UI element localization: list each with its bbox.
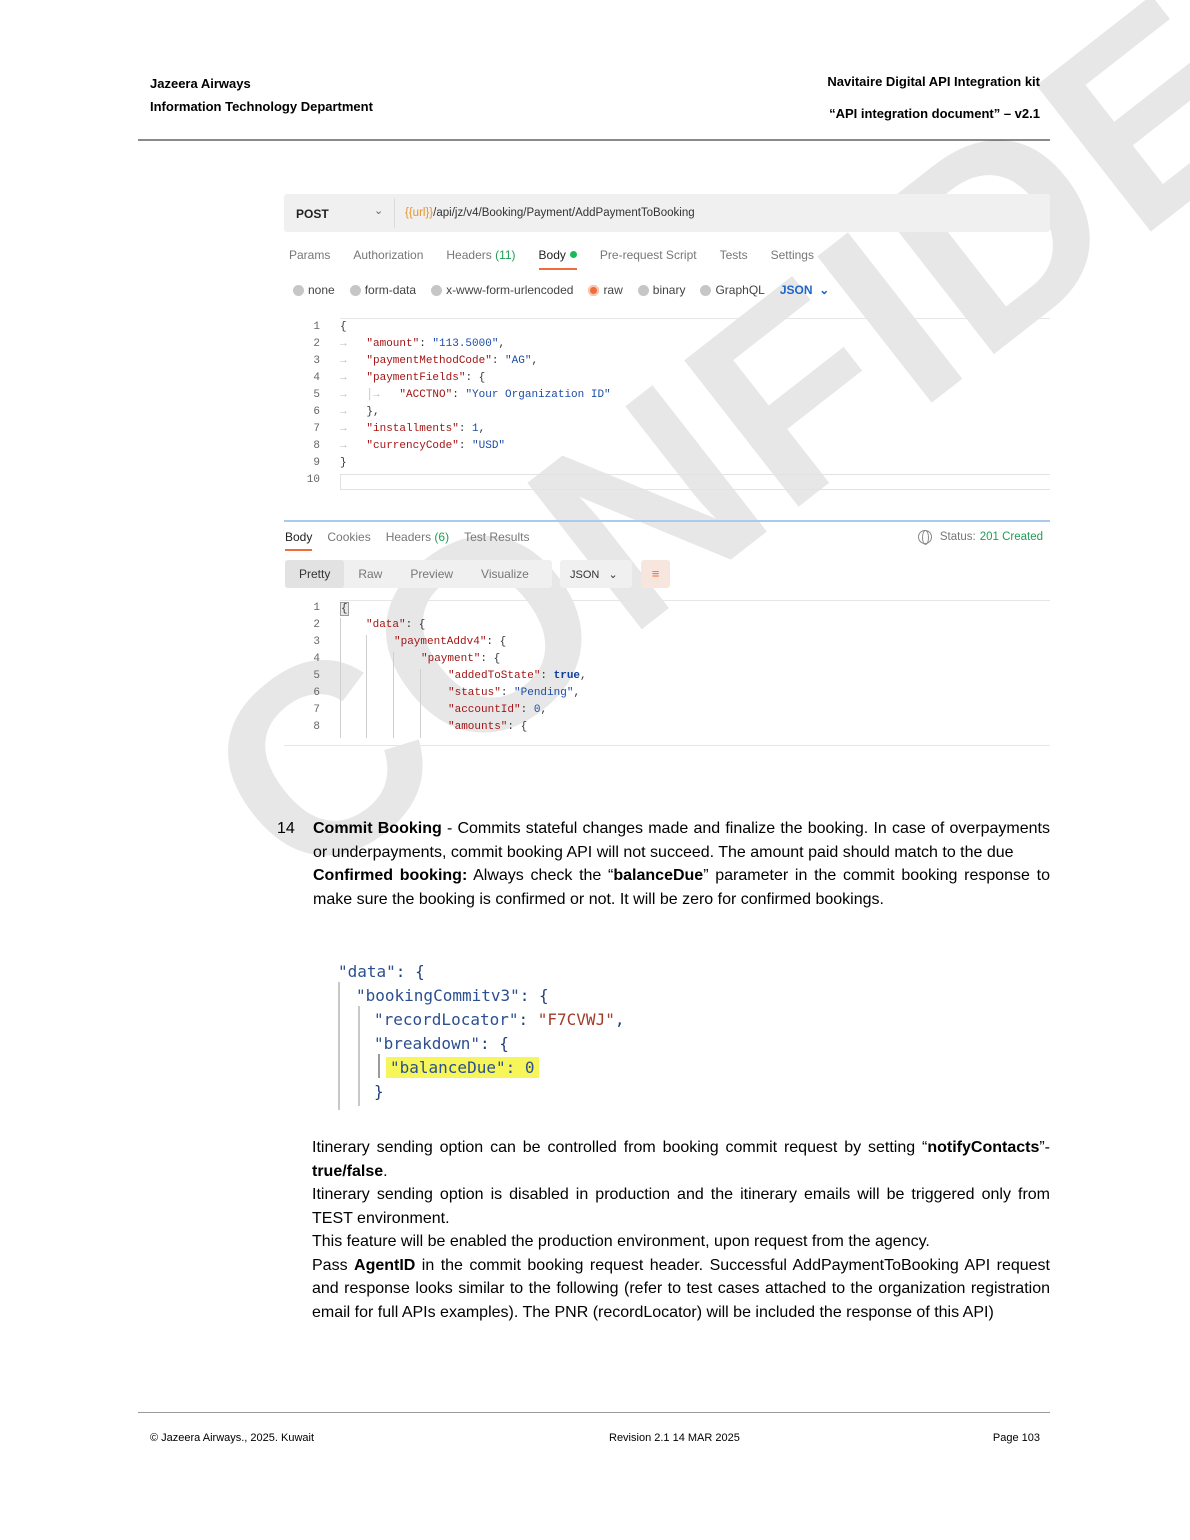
indent-guide: [340, 618, 341, 738]
response-editor-bottom-border: [284, 745, 1050, 746]
org-name: Jazeera Airways: [150, 76, 251, 91]
json-brace: : {: [519, 986, 549, 1005]
line-number: 5: [313, 670, 320, 682]
json-brace: : {: [405, 619, 426, 631]
line-number: 6: [313, 687, 320, 699]
code-line: "paymentAddv4": {: [394, 636, 506, 648]
indent-guide: [378, 1054, 380, 1078]
itinerary-option-paragraph: Itinerary sending option can be controll…: [312, 1136, 1050, 1183]
line-number: 1: [313, 602, 320, 614]
commit-response-snippet: "data": { "bookingCommitv3": { "recordLo…: [334, 958, 634, 1110]
commit-booking-title: Commit Booking: [313, 820, 442, 837]
code-line: "amounts": {: [448, 721, 527, 733]
kit-title: Navitaire Digital API Integration kit: [827, 74, 1040, 89]
agent-id-param: AgentID: [354, 1256, 416, 1274]
header-left: Jazeera Airways Information Technology D…: [150, 72, 373, 118]
item-number: 14: [277, 820, 295, 837]
code-line: {: [340, 602, 349, 616]
code-line: "payment": {: [421, 653, 500, 665]
confirmed-booking-paragraph: Confirmed booking: Always check the “bal…: [313, 864, 1050, 911]
line-number: 2: [313, 619, 320, 631]
line-number: 8: [313, 721, 320, 733]
department-name: Information Technology Department: [150, 99, 373, 114]
footer-copyright: © Jazeera Airways., 2025. Kuwait: [150, 1432, 315, 1444]
json-brace: : {: [486, 636, 507, 648]
json-key: "data": [338, 962, 396, 981]
true-false-text: true/false: [312, 1162, 384, 1180]
bracket-cursor: {: [340, 602, 349, 616]
json-key: "paymentAddv4": [394, 636, 487, 648]
json-brace: : {: [480, 653, 501, 665]
snippet-line: "breakdown": {: [374, 1034, 509, 1053]
confirmed-text-pre: Always check the “: [467, 867, 614, 884]
item-body: Commit Booking - Commits stateful change…: [313, 817, 1050, 911]
json-key: "bookingCommitv3": [356, 986, 520, 1005]
json-brace: : {: [507, 721, 528, 733]
footer-divider: [138, 1412, 1050, 1413]
json-value: true: [553, 670, 581, 682]
indent-guide: [420, 669, 421, 738]
itinerary-text-end: .: [383, 1162, 388, 1180]
json-key: "status": [448, 687, 501, 699]
indent-guide: [358, 1006, 360, 1106]
agent-id-paragraph: Pass AgentID in the commit booking reque…: [312, 1254, 1050, 1325]
footer-revision: Revision 2.1 14 MAR 2025: [609, 1432, 740, 1444]
footer-page-number: Page 103: [992, 1432, 1040, 1444]
indent-guide: [366, 635, 367, 738]
line-number: 3: [313, 636, 320, 648]
indent-guide: [338, 982, 340, 1110]
snippet-line: "bookingCommitv3": {: [356, 986, 549, 1005]
json-brace: : {: [479, 1034, 509, 1053]
header-right: Navitaire Digital API Integration kit “A…: [827, 74, 1040, 121]
json-key: "recordLocator": [374, 1010, 519, 1029]
header-divider: [138, 139, 1050, 141]
balance-due-param: balanceDue: [613, 867, 704, 884]
itinerary-disabled-paragraph: Itinerary sending option is disabled in …: [312, 1186, 1050, 1227]
code-line: "addedToState": true,: [448, 670, 587, 682]
line-number: 4: [313, 653, 320, 665]
json-brace: : {: [395, 962, 425, 981]
balance-due-highlight: "balanceDue": 0: [386, 1057, 539, 1078]
json-value: "F7CVWJ": [537, 1010, 615, 1029]
agent-text-pre: Pass: [312, 1256, 355, 1274]
json-key: "data": [366, 619, 406, 631]
agent-text-post: in the commit booking request header. Su…: [312, 1256, 1051, 1321]
snippet-line: "recordLocator": "F7CVWJ",: [374, 1010, 625, 1029]
feature-enable-paragraph: This feature will be enabled the product…: [312, 1233, 930, 1250]
itinerary-paragraphs: Itinerary sending option can be controll…: [312, 1136, 1050, 1324]
postman-screenshot: POST ⌄ {{url}}/api/jz/v4/Booking/Payment…: [284, 194, 1050, 747]
line-number: 7: [313, 704, 320, 716]
snippet-line: "data": {: [338, 962, 425, 981]
indent-guide: [393, 652, 394, 738]
json-key: "addedToState": [448, 670, 541, 682]
snippet-line: "balanceDue": 0: [386, 1057, 539, 1078]
snippet-line: }: [374, 1082, 384, 1101]
commit-booking-paragraph: Commit Booking - Commits stateful change…: [313, 817, 1050, 864]
code-line: "status": "Pending",: [448, 687, 581, 699]
json-key: "payment": [421, 653, 481, 665]
json-value: 0: [533, 704, 541, 716]
response-body-viewer[interactable]: 1 2 3 4 5 6 7 8 { "data": { "paymentAddv…: [284, 194, 1050, 747]
json-value: "Pending": [514, 687, 574, 699]
itinerary-text-mid: ”-: [1039, 1139, 1050, 1156]
json-key: "accountId": [448, 704, 521, 716]
json-key: "breakdown": [374, 1034, 480, 1053]
document-title: “API integration document” – v2.1: [829, 106, 1040, 121]
json-key: "amounts": [448, 721, 508, 733]
confirmed-booking-label: Confirmed booking:: [313, 867, 468, 884]
notify-contacts-param: notifyContacts: [927, 1139, 1040, 1156]
itinerary-text-pre: Itinerary sending option can be controll…: [312, 1139, 928, 1156]
code-line: "accountId": 0,: [448, 704, 548, 716]
code-line: "data": {: [366, 619, 425, 631]
